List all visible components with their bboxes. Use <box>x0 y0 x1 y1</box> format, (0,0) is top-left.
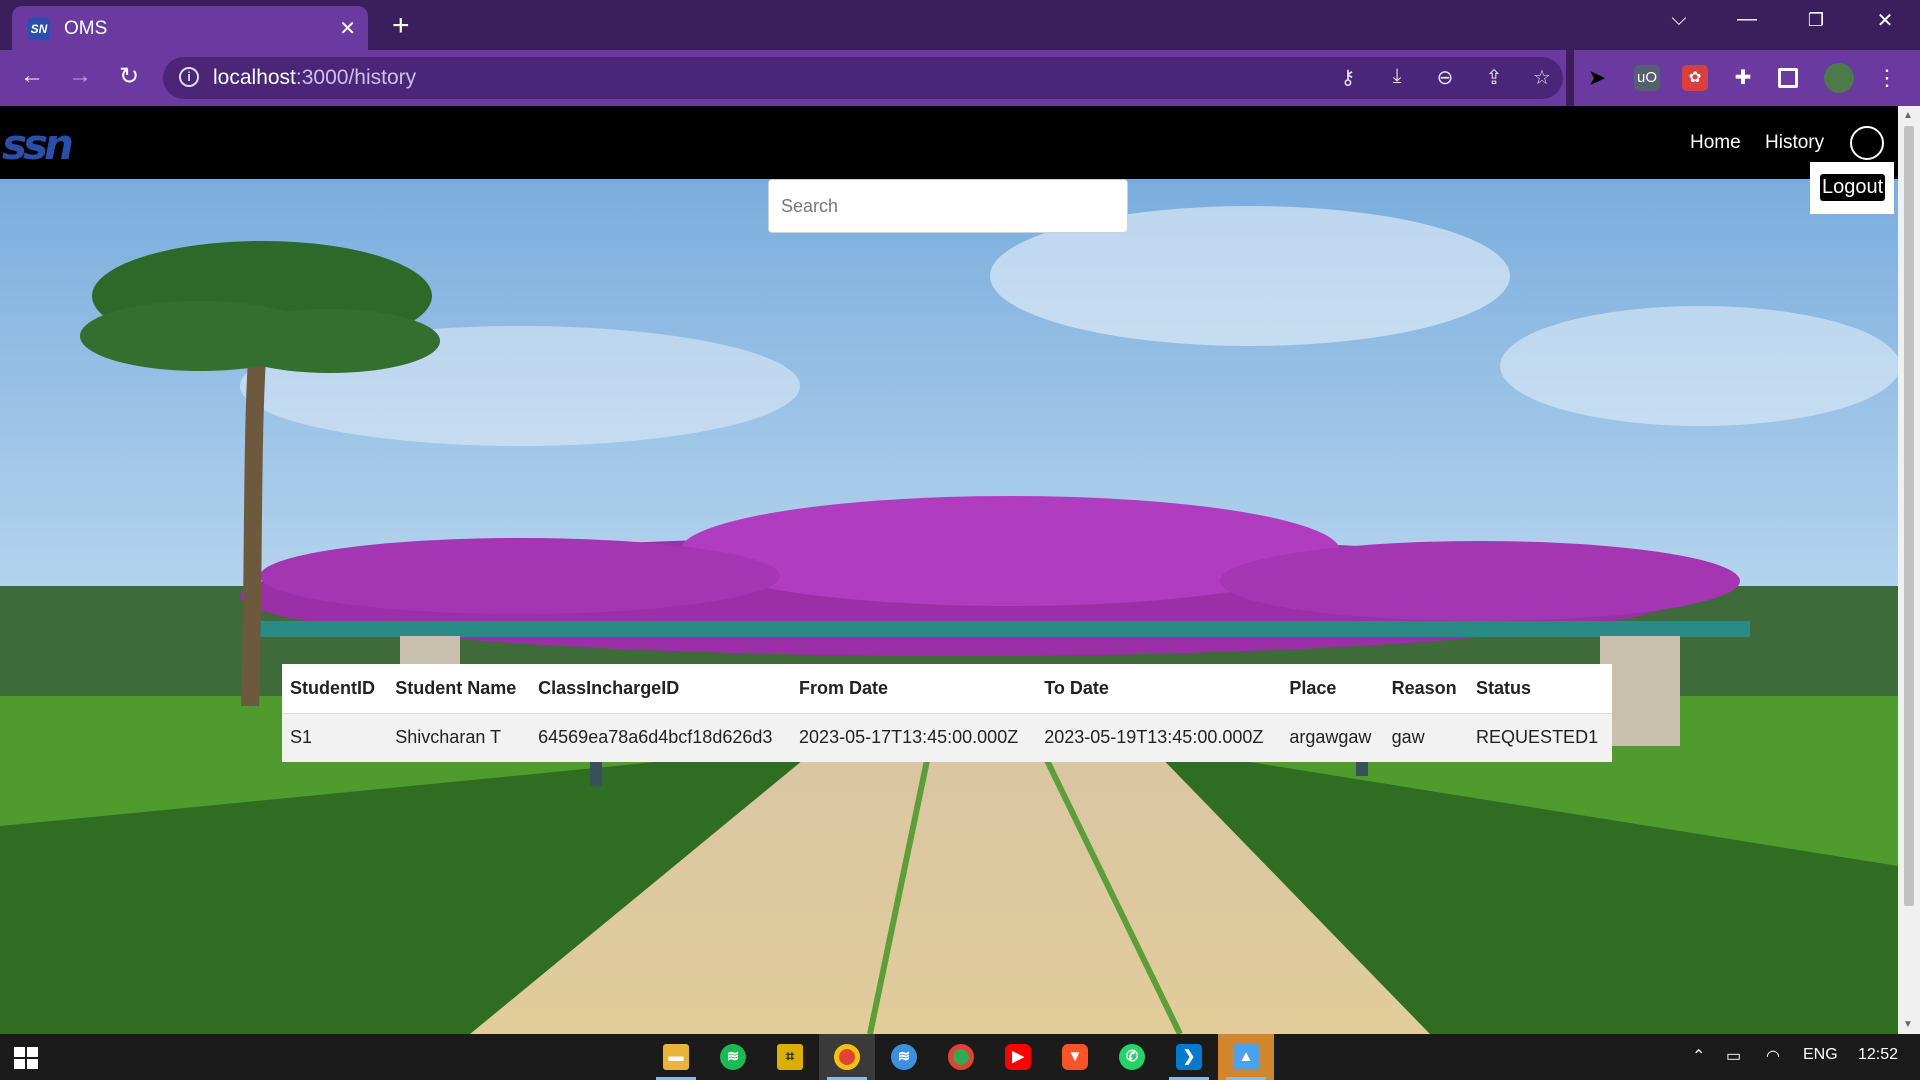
whatsapp-icon[interactable]: ✆ <box>1104 1034 1160 1080</box>
windows-start-icon[interactable] <box>14 1047 38 1069</box>
history-table: StudentID Student Name ClassInchargeID F… <box>282 664 1612 762</box>
key-icon[interactable]: ⚷ <box>1335 65 1361 90</box>
table-row: S1 Shivcharan T 64569ea78a6d4bcf18d626d3… <box>282 712 1612 762</box>
spotify-icon[interactable]: ≋ <box>705 1034 761 1080</box>
cell-student-id: S1 <box>282 712 388 762</box>
cell-place: argawgaw <box>1281 712 1384 762</box>
close-tab-button[interactable]: ✕ <box>339 16 356 41</box>
column-header-place: Place <box>1281 664 1384 713</box>
logout-button[interactable]: Logout <box>1820 174 1886 201</box>
nav-link-history[interactable]: History <box>1765 132 1824 154</box>
new-tab-button[interactable]: + <box>392 9 410 43</box>
cell-status: REQUESTED1 <box>1468 712 1612 762</box>
zoom-out-icon[interactable]: ⊖ <box>1432 65 1458 90</box>
browser-toolbar: ← → ↻ i localhost:3000/history ⚷ ⤓ ⊖ ⇪ ☆… <box>0 50 1920 106</box>
chrome-menu-icon[interactable]: ⋮ <box>1874 65 1900 91</box>
site-info-icon[interactable]: i <box>179 67 199 87</box>
profile-dropdown: Logout <box>1810 162 1894 214</box>
user-profile-icon[interactable] <box>1850 126 1884 160</box>
column-header-from-date: From Date <box>791 664 1037 713</box>
site-header: ssn Home History <box>0 106 1898 179</box>
url-text[interactable]: localhost:3000/history <box>213 66 416 90</box>
column-header-student-name: Student Name <box>387 664 531 713</box>
column-header-to-date: To Date <box>1036 664 1282 713</box>
app-manager-icon[interactable]: ⌗ <box>762 1034 818 1080</box>
reload-icon[interactable]: ↻ <box>113 62 145 91</box>
file-explorer-icon[interactable]: ▬ <box>648 1034 704 1080</box>
windows-taskbar: ▬ ≋ ⌗ ≋ ▶ ▼ ✆ ❯ ▲ ⌃ ▭ ◠ ENG 12:52 <box>0 1034 1920 1080</box>
table-header-row: StudentID Student Name ClassInchargeID F… <box>282 664 1612 713</box>
tray-chevron-up-icon[interactable]: ⌃ <box>1692 1046 1705 1066</box>
vscode-icon[interactable]: ❯ <box>1161 1034 1217 1080</box>
language-indicator[interactable]: ENG <box>1803 1046 1838 1064</box>
close-window-button[interactable]: ✕ <box>1865 8 1905 33</box>
ublock-extension-icon[interactable]: uO <box>1634 65 1660 91</box>
restore-window-button[interactable]: ❐ <box>1796 10 1836 31</box>
browser-tab[interactable]: SN OMS ✕ <box>12 6 368 50</box>
bookmark-star-icon[interactable]: ☆ <box>1529 65 1555 90</box>
address-bar[interactable]: i localhost:3000/history ⚷ ⤓ ⊖ ⇪ ☆ <box>163 57 1563 99</box>
browser-tab-bar: SN OMS ✕ + ⌵ — ❐ ✕ <box>0 0 1920 50</box>
profile-avatar-icon[interactable] <box>1824 63 1854 93</box>
garden-background-image <box>0 106 1898 1034</box>
cell-reason: gaw <box>1383 712 1469 762</box>
scroll-up-arrow-icon[interactable]: ▲ <box>1903 110 1913 121</box>
clock[interactable]: 12:52 <box>1858 1046 1898 1064</box>
battery-icon[interactable]: ▭ <box>1726 1046 1741 1066</box>
cell-from-date: 2023-05-17T13:45:00.000Z <box>791 712 1037 762</box>
ssn-logo[interactable]: ssn <box>2 120 74 169</box>
extensions-puzzle-icon[interactable]: ✚ <box>1730 65 1756 91</box>
chrome-icon[interactable] <box>933 1034 989 1080</box>
chrome-active-icon[interactable] <box>819 1034 875 1080</box>
toolbar-divider <box>1566 50 1574 106</box>
scroll-down-arrow-icon[interactable]: ▼ <box>1903 1019 1913 1030</box>
nav-link-home[interactable]: Home <box>1690 132 1741 154</box>
column-header-reason: Reason <box>1383 664 1469 713</box>
side-panel-icon[interactable] <box>1778 68 1798 88</box>
wifi-icon[interactable]: ◠ <box>1766 1046 1780 1066</box>
cursor-extension-icon[interactable]: ➤ <box>1584 65 1610 91</box>
search-input[interactable] <box>768 179 1128 233</box>
install-app-icon[interactable]: ⤓ <box>1384 65 1410 88</box>
image-viewer-icon[interactable]: ▲ <box>1218 1034 1274 1080</box>
minimize-window-button[interactable]: — <box>1727 8 1767 31</box>
tab-search-chevron-icon[interactable]: ⌵ <box>1659 8 1699 31</box>
share-icon[interactable]: ⇪ <box>1481 65 1507 90</box>
youtube-icon[interactable]: ▶ <box>990 1034 1046 1080</box>
cell-student-name: Shivcharan T <box>387 712 531 762</box>
tab-title: OMS <box>64 18 108 39</box>
brave-icon[interactable]: ▼ <box>1047 1034 1103 1080</box>
page-scrollbar[interactable]: ▲ ▼ <box>1898 106 1920 1034</box>
column-header-class-incharge-id: ClassInchargeID <box>530 664 792 713</box>
red-extension-icon[interactable]: ✿ <box>1682 65 1708 91</box>
spotify-browser-icon[interactable]: ≋ <box>876 1034 932 1080</box>
back-arrow-icon[interactable]: ← <box>16 62 48 90</box>
ssn-favicon-icon: SN <box>28 18 50 40</box>
cell-class-incharge-id: 64569ea78a6d4bcf18d626d3 <box>530 712 792 762</box>
cell-to-date: 2023-05-19T13:45:00.000Z <box>1036 712 1282 762</box>
column-header-status: Status <box>1468 664 1612 713</box>
scrollbar-thumb[interactable] <box>1904 126 1914 906</box>
column-header-student-id: StudentID <box>282 664 388 713</box>
web-page: ssn Home History Logout StudentID Studen… <box>0 106 1898 1034</box>
forward-arrow-icon[interactable]: → <box>64 62 96 90</box>
